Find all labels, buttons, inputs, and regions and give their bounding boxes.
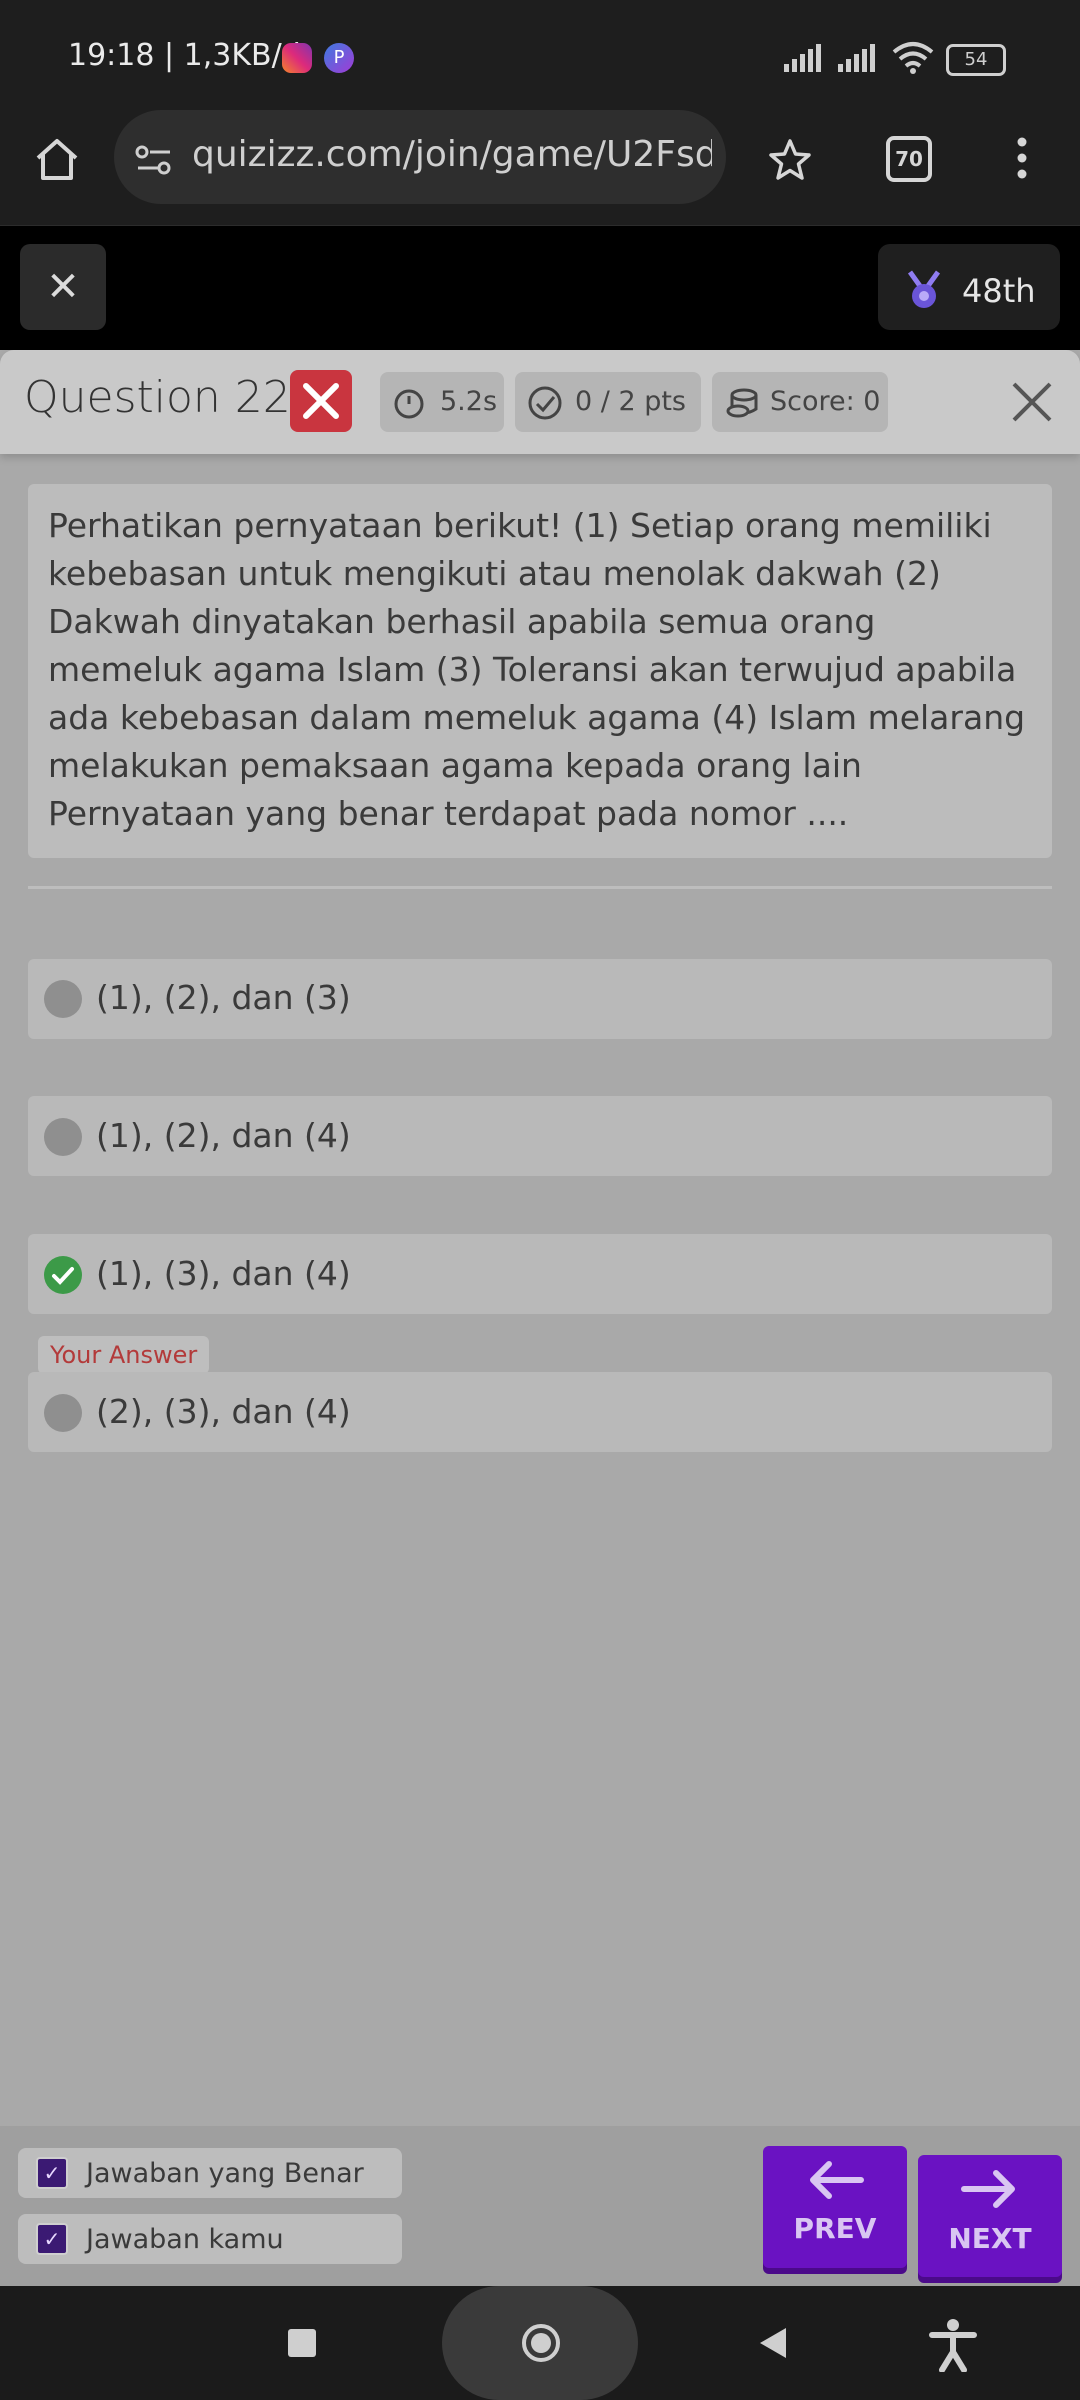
- checkbox-checked-icon[interactable]: ✓: [36, 2223, 68, 2255]
- option-label: (1), (2), dan (4): [96, 1116, 351, 1155]
- check-circle-icon: [528, 386, 562, 420]
- prev-label[interactable]: PREV: [763, 2212, 907, 2245]
- next-label[interactable]: NEXT: [918, 2222, 1062, 2255]
- option-label: (2), (3), dan (4): [96, 1392, 351, 1431]
- option-label: (1), (3), dan (4): [96, 1254, 351, 1293]
- home-circle-icon[interactable]: [520, 2322, 562, 2364]
- question-text: Perhatikan pernyataan berikut! (1) Setia…: [48, 506, 1026, 833]
- points-pill: 0 / 2 pts: [515, 372, 701, 432]
- status-time: 19:18 | 1,3KB/d: [68, 38, 301, 73]
- accessibility-icon[interactable]: [928, 2318, 978, 2372]
- time-taken-pill: 5.2s: [380, 372, 504, 432]
- score-text: Score: 0: [770, 386, 881, 417]
- option-label: (1), (2), dan (3): [96, 978, 351, 1017]
- home-icon[interactable]: [34, 136, 80, 182]
- back-icon[interactable]: [756, 2326, 790, 2360]
- instagram-icon: [282, 43, 312, 73]
- score-pill: Score: 0: [712, 372, 888, 432]
- checkbox-checked-icon[interactable]: ✓: [36, 2157, 68, 2189]
- arrow-left-icon: [810, 2161, 864, 2199]
- wrong-x-icon: [303, 383, 339, 419]
- legend-correct-label: Jawaban yang Benar: [86, 2158, 364, 2189]
- bookmark-star-icon[interactable]: [768, 138, 812, 182]
- option-marker-icon: [44, 1394, 82, 1432]
- wifi-icon: [892, 42, 934, 74]
- points-text: 0 / 2 pts: [575, 386, 686, 417]
- close-icon[interactable]: [1010, 380, 1054, 424]
- next-button[interactable]: [918, 2155, 1062, 2277]
- prev-button[interactable]: [763, 2146, 907, 2268]
- rank-text: 48th: [962, 272, 1036, 310]
- recents-icon[interactable]: [288, 2329, 316, 2357]
- time-taken: 5.2s: [440, 386, 498, 417]
- timer-icon: [394, 389, 424, 419]
- legend-yours-label: Jawaban kamu: [86, 2224, 284, 2255]
- arrow-right-icon: [961, 2170, 1015, 2208]
- site-settings-icon[interactable]: [134, 140, 174, 180]
- menu-dots-icon[interactable]: [1012, 136, 1032, 180]
- url-text[interactable]: quizizz.com/join/game/U2Fsd: [192, 134, 712, 175]
- option-marker-icon: [44, 980, 82, 1018]
- tabs-button[interactable]: 70: [886, 136, 932, 182]
- cell-signal-2-icon: [838, 44, 875, 72]
- exit-game-button[interactable]: ✕: [20, 244, 106, 330]
- cell-signal-icon: [784, 44, 821, 72]
- medal-icon: [907, 270, 941, 308]
- coins-icon: [726, 388, 758, 418]
- your-answer-tag: Your Answer: [38, 1336, 210, 1374]
- battery-icon: 54: [946, 44, 1006, 76]
- correct-check-icon: [44, 1256, 82, 1294]
- incorrect-badge: [290, 370, 352, 432]
- divider: [28, 886, 1052, 889]
- question-number-title: Question 22: [24, 372, 291, 423]
- app-notification-icon: P: [324, 43, 354, 73]
- option-marker-icon: [44, 1118, 82, 1156]
